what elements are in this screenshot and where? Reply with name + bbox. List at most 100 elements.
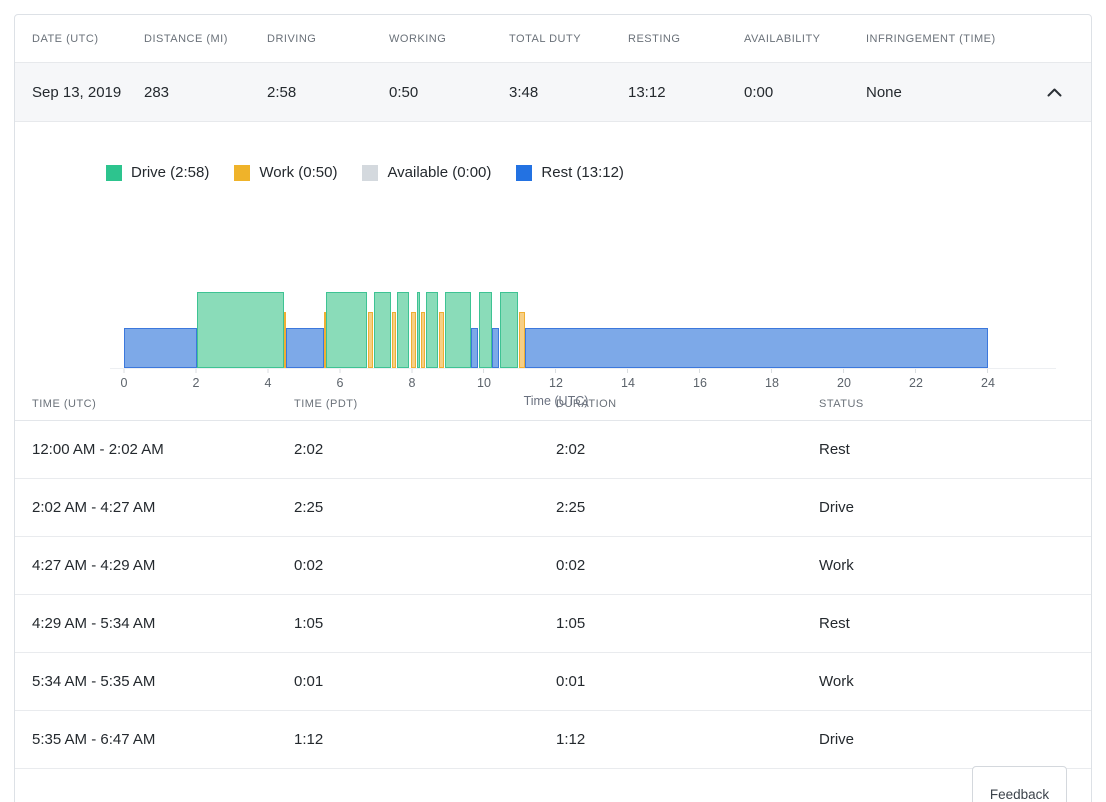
x-axis-tick: 24: [981, 369, 995, 390]
cell-status: Rest: [819, 441, 1091, 458]
cell-availability: 0:00: [744, 84, 866, 101]
cell-time-utc: 5:35 AM - 6:47 AM: [32, 731, 294, 748]
chart-bar-work: [439, 312, 444, 368]
cell-time-utc: 12:00 AM - 2:02 AM: [32, 441, 294, 458]
chart-bar-drive: [426, 292, 439, 368]
chart-bar-rest: [492, 328, 500, 368]
chart-bar-drive: [417, 292, 421, 368]
column-header-resting: Resting: [628, 33, 744, 45]
cell-distance: 283: [144, 84, 267, 101]
cell-working: 0:50: [389, 84, 509, 101]
cell-total-duty: 3:48: [509, 84, 628, 101]
cell-time-pdt: 0:02: [294, 557, 556, 574]
collapse-row-button[interactable]: [1043, 81, 1065, 103]
chart-bar-work: [368, 312, 373, 368]
cell-time-pdt: 1:12: [294, 731, 556, 748]
feedback-button[interactable]: Feedback: [972, 766, 1067, 802]
x-axis-tick: 6: [337, 369, 344, 390]
legend-item-available[interactable]: Available (0:00): [362, 164, 491, 181]
x-axis-tick: 10: [477, 369, 491, 390]
rest-swatch-icon: [516, 165, 532, 181]
x-axis-tick: 22: [909, 369, 923, 390]
cell-status: Rest: [819, 615, 1091, 632]
chart-bar-work: [392, 312, 396, 368]
column-header-infringement: Infringement (time): [866, 33, 1091, 45]
chart-legend: Drive (2:58) Work (0:50) Available (0:00…: [106, 164, 1091, 181]
legend-label-available: Available (0:00): [387, 164, 491, 181]
cell-duration: 1:05: [556, 615, 819, 632]
chart-bar-drive: [397, 292, 409, 368]
cell-status: Work: [819, 673, 1091, 690]
drive-swatch-icon: [106, 165, 122, 181]
duty-timeline-chart: 024681012141618202224 Time (UTC): [110, 293, 1056, 369]
cell-driving: 2:58: [267, 84, 389, 101]
cell-time-pdt: 0:01: [294, 673, 556, 690]
legend-item-work[interactable]: Work (0:50): [234, 164, 337, 181]
cell-time-pdt: 2:02: [294, 441, 556, 458]
cell-time-utc: 2:02 AM - 4:27 AM: [32, 499, 294, 516]
table-row: 5:35 AM - 6:47 AM 1:12 1:12 Drive: [15, 711, 1091, 769]
column-header-distance: Distance (mi): [144, 33, 267, 45]
chart-bar-drive: [479, 292, 491, 368]
legend-label-rest: Rest (13:12): [541, 164, 624, 181]
legend-label-drive: Drive (2:58): [131, 164, 209, 181]
day-detail-card: Date (UTC) Distance (mi) Driving Working…: [14, 14, 1092, 802]
table-row: 12:00 AM - 2:02 AM 2:02 2:02 Rest: [15, 421, 1091, 479]
cell-duration: 0:01: [556, 673, 819, 690]
x-axis-tick: 8: [409, 369, 416, 390]
chart-bar-work: [421, 312, 424, 368]
chart-bar-drive: [374, 292, 391, 368]
cell-time-pdt: 2:25: [294, 499, 556, 516]
x-axis: 024681012141618202224: [124, 369, 988, 395]
chart-bars-layer: [124, 292, 988, 368]
table-row: 5:34 AM - 5:35 AM 0:01 0:01 Work: [15, 653, 1091, 711]
cell-status: Drive: [819, 731, 1091, 748]
chevron-up-icon: [1047, 88, 1062, 97]
cell-time-utc: 4:29 AM - 5:34 AM: [32, 615, 294, 632]
chart-bar-drive: [197, 292, 284, 368]
x-axis-title: Time (UTC): [124, 394, 988, 408]
chart-bar-rest: [286, 328, 324, 368]
cell-time-utc: 4:27 AM - 4:29 AM: [32, 557, 294, 574]
cell-resting: 13:12: [628, 84, 744, 101]
column-header-total-duty: Total duty: [509, 33, 628, 45]
cell-status: Work: [819, 557, 1091, 574]
legend-item-rest[interactable]: Rest (13:12): [516, 164, 624, 181]
cell-time-utc: 5:34 AM - 5:35 AM: [32, 673, 294, 690]
cell-duration: 1:12: [556, 731, 819, 748]
cell-duration: 0:02: [556, 557, 819, 574]
cell-time-pdt: 1:05: [294, 615, 556, 632]
summary-row[interactable]: Sep 13, 2019 283 2:58 0:50 3:48 13:12 0:…: [15, 62, 1091, 122]
column-header-working: Working: [389, 33, 509, 45]
chart-bar-drive: [445, 292, 471, 368]
chart-bar-rest: [124, 328, 197, 368]
summary-table-header: Date (UTC) Distance (mi) Driving Working…: [15, 15, 1091, 62]
cell-duration: 2:02: [556, 441, 819, 458]
x-axis-tick: 2: [193, 369, 200, 390]
x-axis-tick: 12: [549, 369, 563, 390]
legend-item-drive[interactable]: Drive (2:58): [106, 164, 209, 181]
x-axis-tick: 14: [621, 369, 635, 390]
cell-status: Drive: [819, 499, 1091, 516]
legend-label-work: Work (0:50): [259, 164, 337, 181]
chart-bar-rest: [525, 328, 988, 368]
cell-duration: 2:25: [556, 499, 819, 516]
chart-bar-rest: [471, 328, 478, 368]
chart-bar-drive: [500, 292, 518, 368]
chart-bar-work: [411, 312, 416, 368]
x-axis-tick: 16: [693, 369, 707, 390]
column-header-availability: Availability: [744, 33, 866, 45]
table-row: 4:29 AM - 5:34 AM 1:05 1:05 Rest: [15, 595, 1091, 653]
cell-date: Sep 13, 2019: [32, 84, 144, 101]
table-row: 4:27 AM - 4:29 AM 0:02 0:02 Work: [15, 537, 1091, 595]
available-swatch-icon: [362, 165, 378, 181]
chart-bar-drive: [326, 292, 367, 368]
column-header-date-utc: Date (UTC): [32, 33, 144, 45]
x-axis-tick: 20: [837, 369, 851, 390]
column-header-driving: Driving: [267, 33, 389, 45]
table-row: 2:02 AM - 4:27 AM 2:25 2:25 Drive: [15, 479, 1091, 537]
x-axis-tick: 4: [265, 369, 272, 390]
x-axis-tick: 18: [765, 369, 779, 390]
work-swatch-icon: [234, 165, 250, 181]
x-axis-tick: 0: [121, 369, 128, 390]
